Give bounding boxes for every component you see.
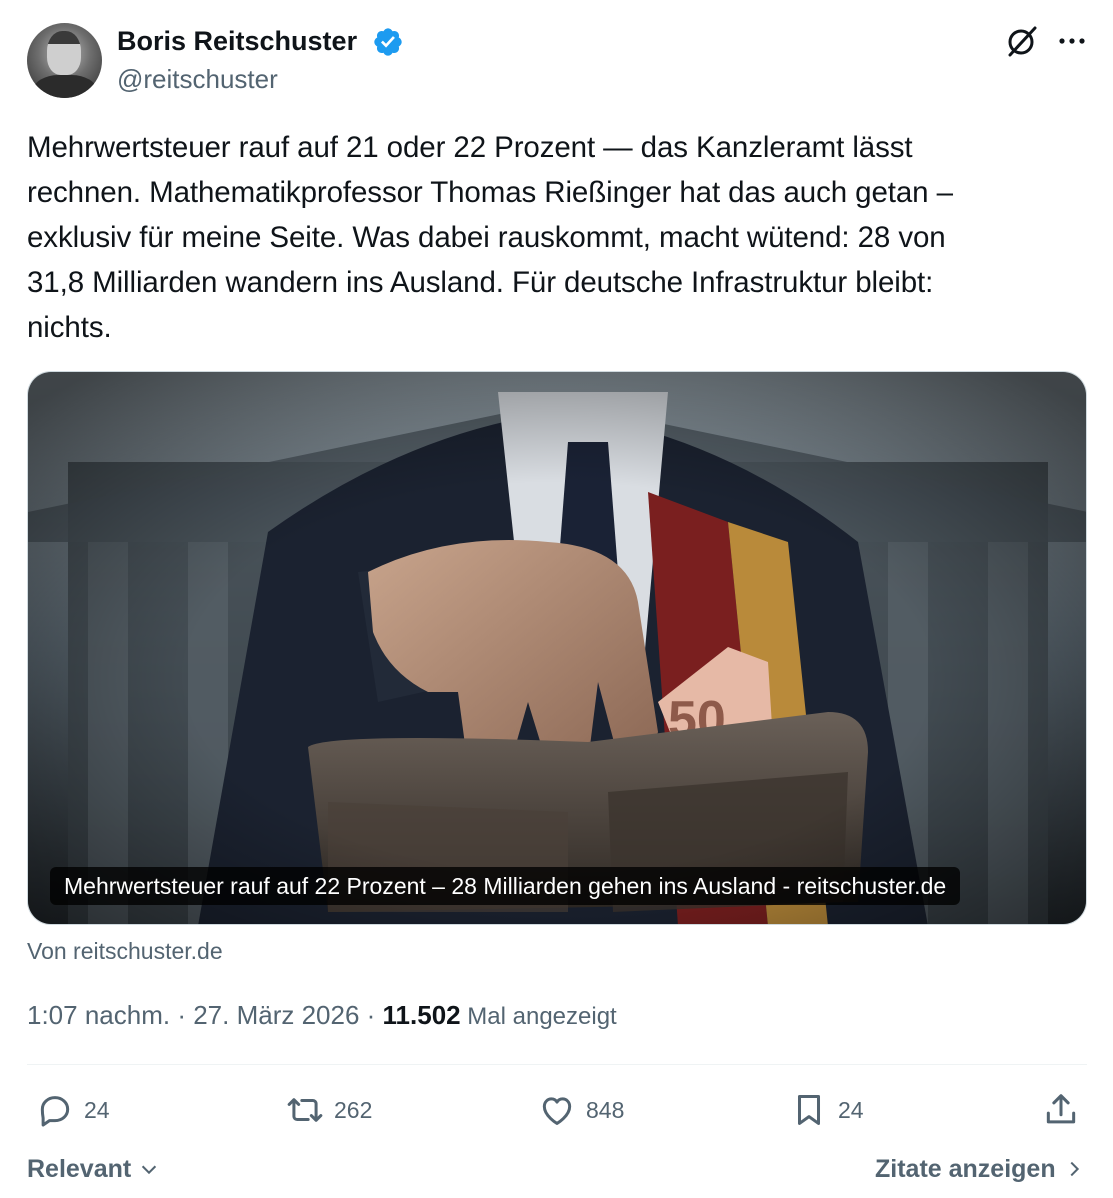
quotes-label: Zitate anzeigen <box>875 1155 1056 1183</box>
verified-badge-icon <box>374 28 402 56</box>
author-avatar[interactable] <box>27 23 102 98</box>
card-source[interactable]: Von reitschuster.de <box>27 935 223 967</box>
author-name[interactable]: Boris Reitschuster <box>117 24 357 58</box>
like-button[interactable]: 848 <box>538 1088 624 1132</box>
divider <box>27 1064 1087 1065</box>
view-quotes-link[interactable]: Zitate anzeigen <box>875 1152 1085 1186</box>
reply-icon <box>40 1096 70 1127</box>
bookmark-count: 24 <box>838 1096 864 1123</box>
tweet-text: Mehrwertsteuer rauf auf 21 oder 22 Proze… <box>27 131 953 344</box>
sort-label: Relevant <box>27 1155 132 1183</box>
tweet-date[interactable]: 27. März 2026 <box>193 1000 359 1030</box>
repost-button[interactable]: 262 <box>286 1088 372 1132</box>
bookmark-icon <box>797 1095 821 1125</box>
share-button[interactable] <box>1042 1088 1080 1132</box>
more-icon[interactable] <box>1056 26 1088 56</box>
chevron-right-icon <box>1070 1161 1079 1177</box>
bookmark-button[interactable]: 24 <box>790 1088 864 1132</box>
like-count: 848 <box>586 1096 625 1123</box>
meta-separator: · <box>359 1000 383 1030</box>
tweet-time[interactable]: 1:07 nachm. <box>27 1000 170 1030</box>
card-caption: Mehrwertsteuer rauf auf 22 Prozent – 28 … <box>50 867 961 905</box>
like-icon <box>542 1097 572 1125</box>
reply-count: 24 <box>84 1096 110 1123</box>
share-icon <box>1046 1094 1076 1124</box>
repost-icon <box>287 1098 323 1122</box>
tweet-meta: 1:07 nachm. · 27. März 2026 · 11.502 Mal… <box>27 997 617 1035</box>
view-count: 11.502 <box>382 1000 461 1030</box>
reply-button[interactable]: 24 <box>36 1088 110 1132</box>
avatar-head <box>47 31 81 75</box>
sort-replies-dropdown[interactable]: Relevant <box>27 1152 160 1186</box>
card-image: 50 <box>28 372 1086 924</box>
repost-count: 262 <box>334 1096 373 1123</box>
link-card[interactable]: 50 <box>27 371 1087 925</box>
view-count-label: Mal angezeigt <box>460 1003 617 1030</box>
avatar-body <box>33 75 97 98</box>
author-handle[interactable]: @reitschuster <box>117 62 278 96</box>
chevron-down-icon <box>142 1165 157 1175</box>
meta-separator: · <box>170 1000 194 1030</box>
grok-icon[interactable] <box>1003 24 1039 60</box>
